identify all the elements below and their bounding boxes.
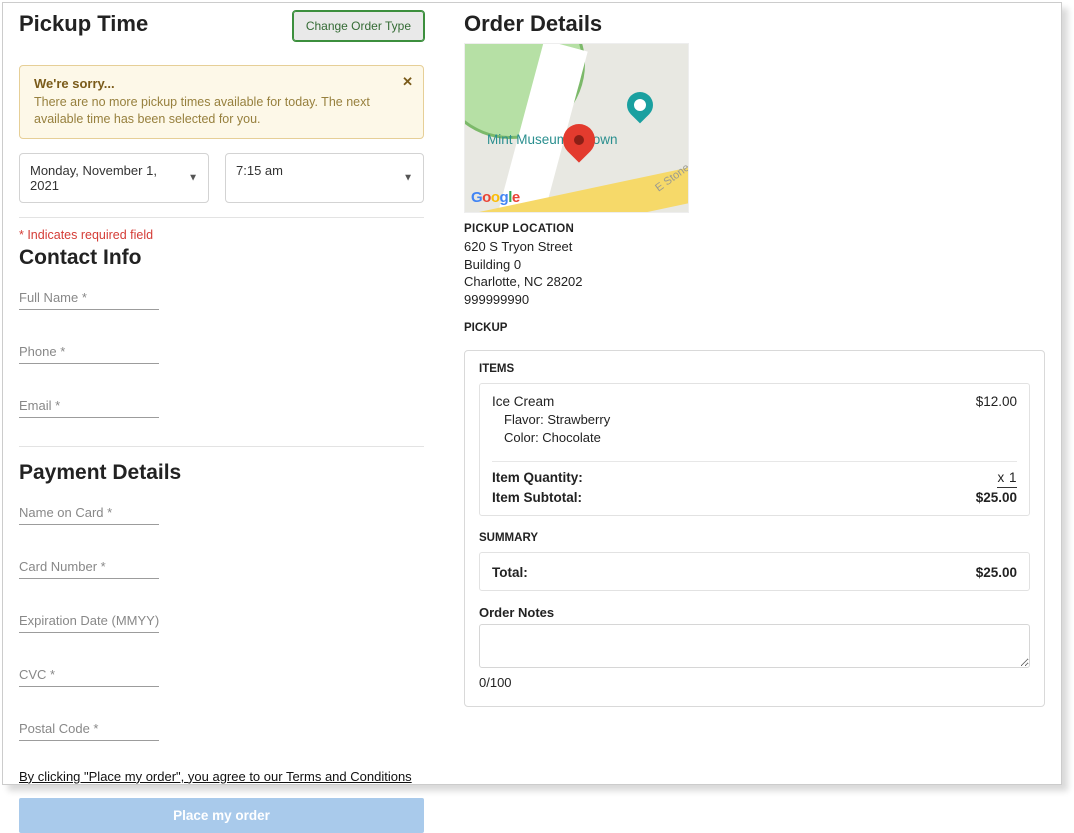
item-subtotal-value: $25.00 — [976, 490, 1017, 505]
address-phone: 999999990 — [464, 291, 1045, 309]
item-quantity-label: Item Quantity: — [492, 470, 583, 488]
item-option-flavor: Flavor: Strawberry — [504, 412, 1017, 427]
pickup-location-heading: PICKUP LOCATION — [464, 223, 1045, 235]
alert-message: There are no more pickup times available… — [34, 94, 393, 128]
address-line-3: Charlotte, NC 28202 — [464, 273, 1045, 291]
item-name: Ice Cream — [492, 394, 554, 409]
item-subtotal-label: Item Subtotal: — [492, 490, 582, 505]
map-poi-label: Mint Museum Uptown — [487, 132, 618, 147]
required-field-note: * Indicates required field — [19, 228, 424, 242]
pickup-method-label: PICKUP — [464, 322, 1045, 334]
summary-heading: SUMMARY — [479, 532, 1030, 544]
address-line-2: Building 0 — [464, 256, 1045, 274]
order-panel: ITEMS Ice Cream $12.00 Flavor: Strawberr… — [464, 350, 1045, 707]
pickup-time-value: 7:15 am — [236, 163, 283, 178]
name-on-card-field[interactable] — [19, 499, 159, 525]
total-value: $25.00 — [976, 565, 1017, 580]
summary-card: Total: $25.00 — [479, 552, 1030, 591]
contact-info-heading: Contact Info — [19, 246, 424, 270]
pickup-date-select[interactable]: Monday, November 1, 2021 ▼ — [19, 153, 209, 203]
expiration-date-field[interactable] — [19, 607, 159, 633]
payment-details-heading: Payment Details — [19, 461, 424, 485]
address-line-1: 620 S Tryon Street — [464, 238, 1045, 256]
google-logo: Google — [471, 189, 520, 206]
phone-field[interactable] — [19, 338, 159, 364]
total-label: Total: — [492, 565, 528, 580]
postal-code-field[interactable] — [19, 715, 159, 741]
close-icon[interactable]: ✕ — [402, 74, 413, 90]
pickup-map[interactable]: Mint Museum Uptown E Stone Google — [464, 43, 689, 213]
item-price: $12.00 — [976, 394, 1017, 409]
order-notes-input[interactable] — [479, 624, 1030, 668]
change-order-type-button[interactable]: Change Order Type — [293, 11, 424, 41]
pickup-time-select[interactable]: 7:15 am ▼ — [225, 153, 424, 203]
terms-link[interactable]: By clicking "Place my order", you agree … — [19, 769, 424, 784]
item-quantity-value: x 1 — [997, 470, 1017, 488]
alert-box: ✕ We're sorry... There are no more picku… — [19, 65, 424, 139]
items-heading: ITEMS — [479, 363, 1030, 375]
order-details-heading: Order Details — [464, 11, 1045, 37]
full-name-field[interactable] — [19, 284, 159, 310]
notes-counter: 0/100 — [479, 675, 1030, 690]
alert-title: We're sorry... — [34, 76, 393, 91]
item-option-color: Color: Chocolate — [504, 430, 1017, 445]
card-number-field[interactable] — [19, 553, 159, 579]
email-field[interactable] — [19, 392, 159, 418]
chevron-down-icon: ▼ — [188, 172, 198, 183]
order-item: Ice Cream $12.00 Flavor: Strawberry Colo… — [479, 383, 1030, 516]
pickup-time-heading: Pickup Time — [19, 11, 148, 37]
chevron-down-icon: ▼ — [403, 172, 413, 183]
cvc-field[interactable] — [19, 661, 159, 687]
order-notes-label: Order Notes — [479, 605, 1030, 620]
pickup-date-value: Monday, November 1, 2021 — [30, 163, 157, 193]
map-poi-icon — [622, 87, 659, 124]
place-order-button[interactable]: Place my order — [19, 798, 424, 833]
